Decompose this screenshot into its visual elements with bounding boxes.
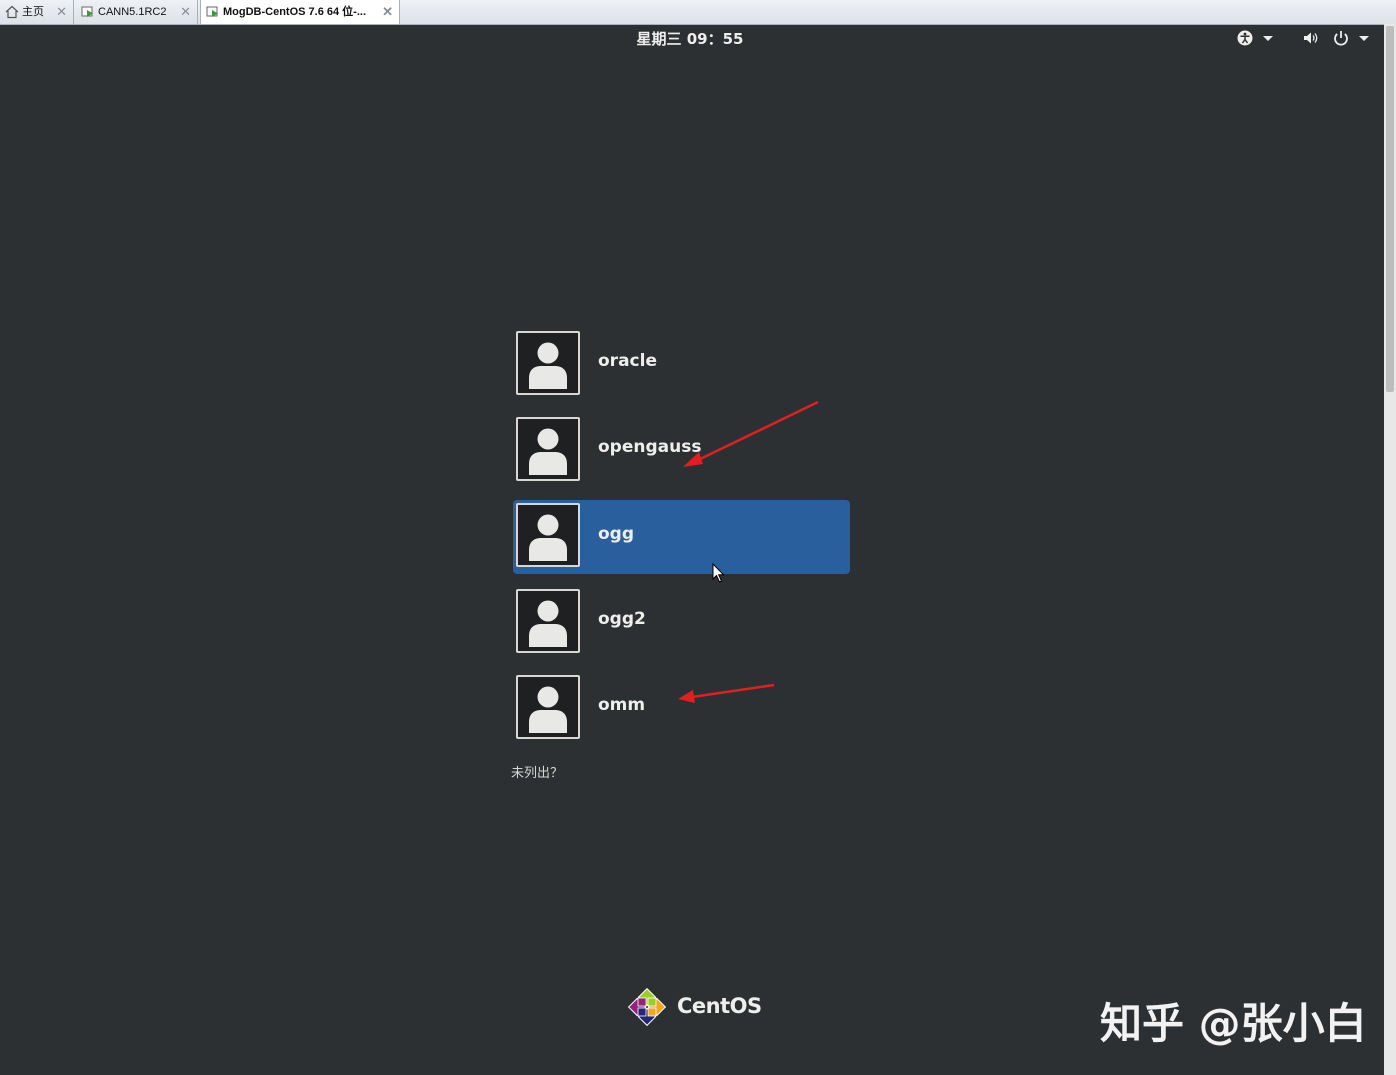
annotation-arrow: [678, 683, 775, 703]
annotation-arrow: [683, 400, 819, 467]
brand-name: CentOS: [677, 994, 762, 1018]
annotation-arrows: [678, 400, 819, 703]
watermark: 知乎 @张小白: [1100, 999, 1367, 1048]
mouse-cursor-icon: [712, 563, 725, 583]
centos-logo-icon: [627, 987, 667, 1027]
